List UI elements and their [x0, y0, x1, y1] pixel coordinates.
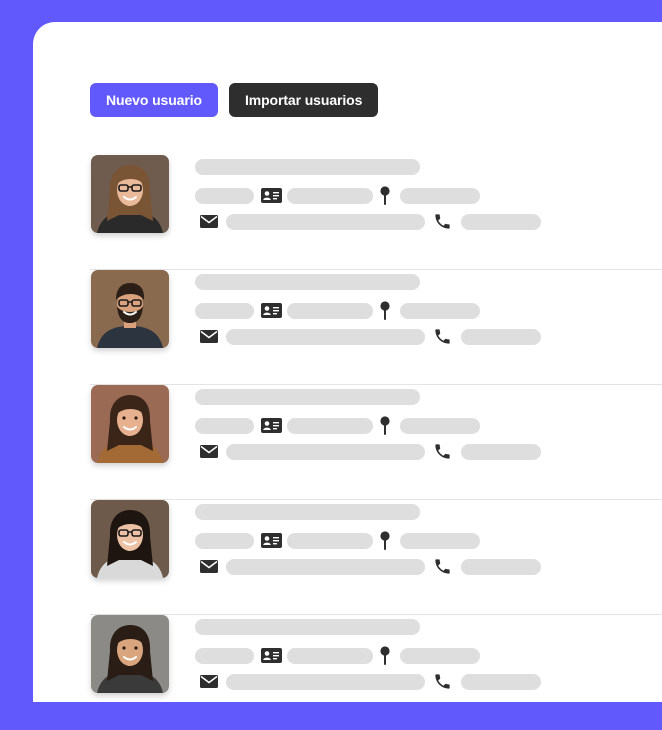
- user-location-placeholder: [400, 418, 480, 434]
- id-card-icon: [261, 648, 282, 668]
- envelope-icon: [200, 445, 218, 463]
- toolbar: Nuevo usuario Importar usuarios: [90, 83, 379, 117]
- user-name-placeholder: [195, 274, 420, 290]
- user-row[interactable]: [33, 500, 662, 615]
- user-location-placeholder: [400, 533, 480, 549]
- users-panel: Nuevo usuario Importar usuarios: [33, 22, 662, 702]
- user-id-placeholder: [287, 533, 373, 549]
- user-row[interactable]: [33, 385, 662, 500]
- user-row[interactable]: [33, 155, 662, 270]
- user-phone-placeholder: [461, 329, 541, 345]
- id-card-icon: [261, 188, 282, 208]
- import-users-button[interactable]: Importar usuarios: [228, 83, 379, 117]
- location-pin-icon: [380, 646, 390, 671]
- id-card-icon: [261, 303, 282, 323]
- user-name-placeholder: [195, 389, 420, 405]
- envelope-icon: [200, 675, 218, 693]
- user-id-placeholder: [287, 648, 373, 664]
- user-row[interactable]: [33, 615, 662, 730]
- user-location-placeholder: [400, 648, 480, 664]
- envelope-icon: [200, 215, 218, 233]
- user-phone-placeholder: [461, 444, 541, 460]
- user-avatar: [91, 615, 169, 693]
- location-pin-icon: [380, 186, 390, 211]
- phone-icon: [433, 672, 452, 696]
- user-email-placeholder: [226, 559, 425, 575]
- user-phone-placeholder: [461, 674, 541, 690]
- user-name-placeholder: [195, 159, 420, 175]
- user-row[interactable]: [33, 270, 662, 385]
- user-email-placeholder: [226, 444, 425, 460]
- id-card-icon: [261, 533, 282, 553]
- user-detail-placeholder: [195, 418, 254, 434]
- envelope-icon: [200, 330, 218, 348]
- user-detail-placeholder: [195, 188, 254, 204]
- user-location-placeholder: [400, 188, 480, 204]
- user-avatar: [91, 385, 169, 463]
- phone-icon: [433, 327, 452, 351]
- user-detail-placeholder: [195, 533, 254, 549]
- user-location-placeholder: [400, 303, 480, 319]
- user-detail-placeholder: [195, 303, 254, 319]
- phone-icon: [433, 557, 452, 581]
- user-id-placeholder: [287, 418, 373, 434]
- phone-icon: [433, 212, 452, 236]
- new-user-button[interactable]: Nuevo usuario: [90, 83, 218, 117]
- user-avatar: [91, 155, 169, 233]
- id-card-icon: [261, 418, 282, 438]
- user-phone-placeholder: [461, 559, 541, 575]
- user-name-placeholder: [195, 619, 420, 635]
- envelope-icon: [200, 560, 218, 578]
- user-email-placeholder: [226, 674, 425, 690]
- user-email-placeholder: [226, 329, 425, 345]
- user-avatar: [91, 500, 169, 578]
- location-pin-icon: [380, 416, 390, 441]
- user-id-placeholder: [287, 303, 373, 319]
- user-name-placeholder: [195, 504, 420, 520]
- phone-icon: [433, 442, 452, 466]
- user-phone-placeholder: [461, 214, 541, 230]
- user-avatar: [91, 270, 169, 348]
- user-detail-placeholder: [195, 648, 254, 664]
- location-pin-icon: [380, 531, 390, 556]
- user-email-placeholder: [226, 214, 425, 230]
- location-pin-icon: [380, 301, 390, 326]
- user-id-placeholder: [287, 188, 373, 204]
